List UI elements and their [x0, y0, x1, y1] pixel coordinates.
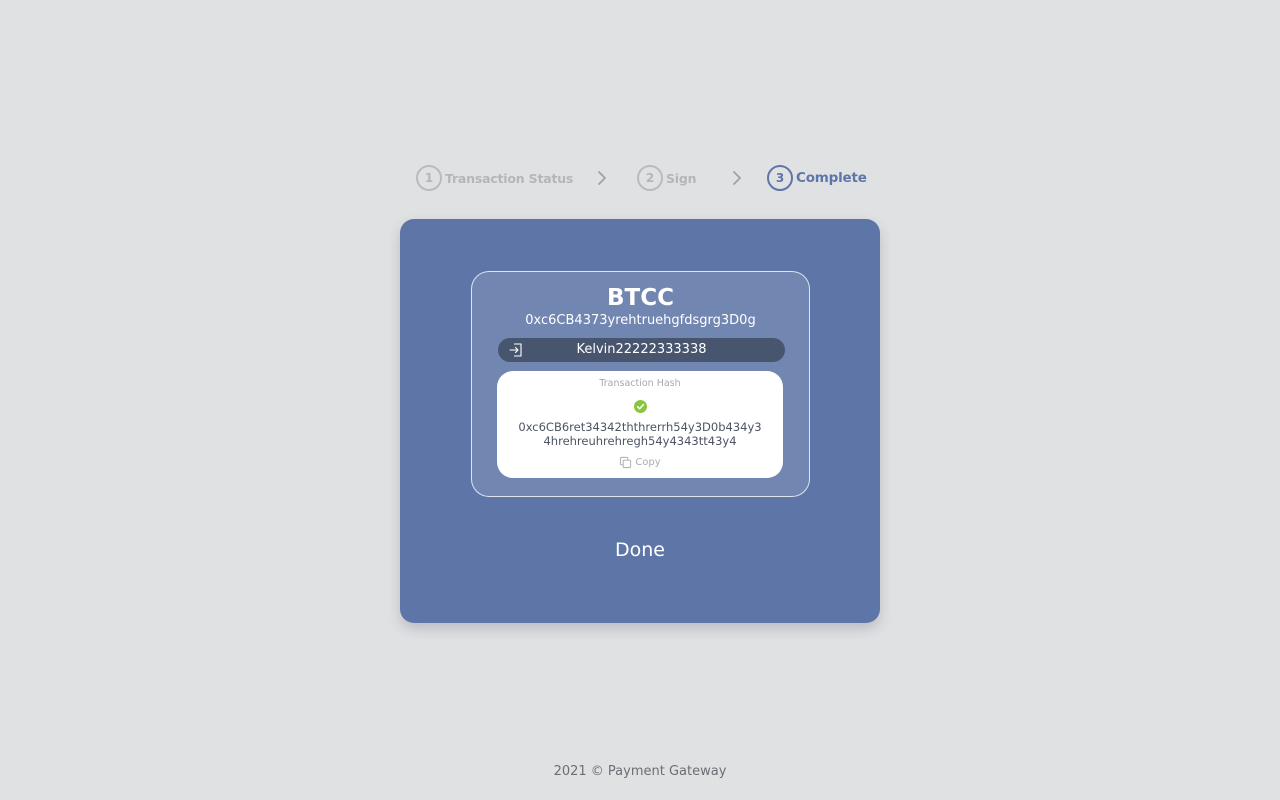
copy-label: Copy — [635, 457, 661, 468]
transaction-card: BTCC 0xc6CB4373yrehtruehgfdsgrg3D0g Kelv… — [400, 219, 880, 623]
stepper: 1 Transaction Status 2 Sign 3 Complete — [416, 165, 876, 191]
step-label: Transaction Status — [445, 170, 574, 186]
username: Kelvin22222333338 — [576, 342, 707, 357]
step-label: Sign — [666, 170, 697, 186]
hash-title: Transaction Hash — [599, 378, 681, 389]
copy-button[interactable]: Copy — [497, 456, 783, 469]
step-sign[interactable]: 2 Sign — [637, 165, 697, 191]
step-label: Complete — [796, 170, 867, 186]
footer-copyright: 2021 © Payment Gateway — [553, 764, 727, 779]
step-complete[interactable]: 3 Complete — [767, 165, 867, 191]
wallet-address: 0xc6CB4373yrehtruehgfdsgrg3D0g — [525, 313, 756, 328]
page: 1 Transaction Status 2 Sign 3 Complete B… — [0, 0, 1280, 800]
done-button[interactable]: Done — [400, 537, 880, 563]
copy-icon — [620, 456, 632, 469]
step-number: 3 — [767, 165, 793, 191]
chevron-right-icon — [733, 171, 741, 185]
transaction-hash-box: Transaction Hash 0xc6CB6ret34342ththrerr… — [497, 371, 783, 478]
step-number: 1 — [416, 165, 442, 191]
step-transaction-status[interactable]: 1 Transaction Status — [416, 165, 573, 191]
check-circle-icon — [634, 400, 647, 413]
transaction-summary: BTCC 0xc6CB4373yrehtruehgfdsgrg3D0g Kelv… — [471, 271, 810, 497]
coin-symbol: BTCC — [607, 285, 674, 311]
chevron-right-icon — [598, 171, 606, 185]
hash-value: 0xc6CB6ret34342ththrerrh54y3D0b434y34hre… — [518, 420, 762, 448]
username-pill: Kelvin22222333338 — [498, 338, 785, 362]
step-number: 2 — [637, 165, 663, 191]
